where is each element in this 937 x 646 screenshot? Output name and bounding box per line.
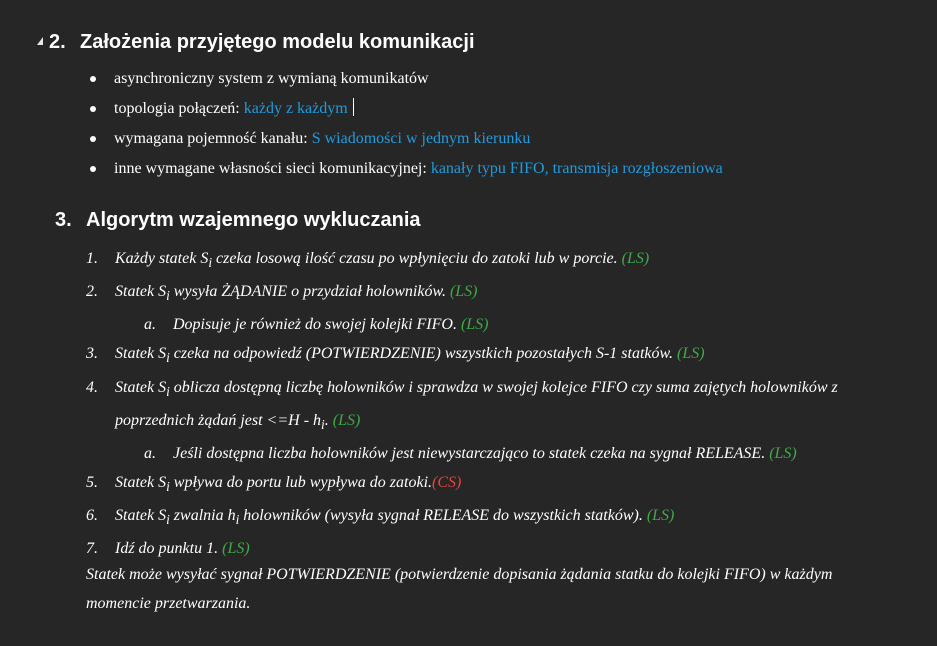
step-tag: (LS) <box>676 345 705 363</box>
step-text: holowników (wysyła sygnał RELEASE do wsz… <box>239 507 647 525</box>
step-text: Każdy statek S <box>115 250 209 267</box>
step-item[interactable]: 5. Statek Si wpływa do portu lub wypływa … <box>86 468 906 501</box>
step-text: Idź do punktu 1. <box>115 540 223 558</box>
step-subitem[interactable]: a. Dopisuje je również do swojej kolejki … <box>86 310 906 339</box>
section-2-heading: 2. Założenia przyjętego modelu komunikacj… <box>37 30 475 54</box>
step-item[interactable]: 7. Idź do punktu 1. (LS) <box>86 534 906 563</box>
closing-note: Statek może wysyłać sygnał POTWIERDZENIE… <box>86 566 833 612</box>
step-text: Statek S <box>115 378 167 396</box>
step-item[interactable]: 6. Statek Si zwalnia hi holowników (wysył… <box>86 501 906 534</box>
section-3-number: 3. <box>55 209 72 231</box>
text-cursor <box>352 98 354 116</box>
step-item[interactable]: 2. Statek Si wysyła ŻĄDANIE o przydział h… <box>86 277 906 310</box>
step-item[interactable]: 4. Statek Si oblicza dostępną liczbę holo… <box>86 373 906 439</box>
step-text: Statek S <box>115 507 167 525</box>
step-tag: (LS) <box>646 507 675 525</box>
step-text: zwalnia h <box>169 507 236 525</box>
step-item[interactable]: 1. Każdy statek Si czeka losową ilość cza… <box>86 244 906 277</box>
step-tag: (LS) <box>621 250 650 267</box>
step-number: 5. <box>86 473 98 491</box>
step-text: oblicza dostępną liczbę holowników i spr… <box>115 378 838 429</box>
step-text: . <box>324 411 333 429</box>
step-text: Statek S <box>115 345 167 363</box>
bullet-label: inne wymagane własności sieci komunikacy… <box>114 160 431 177</box>
bullet-value: każdy z każdym <box>243 100 348 117</box>
collapse-triangle-icon[interactable] <box>37 37 43 45</box>
step-text: Statek S <box>115 473 167 491</box>
section-3-heading: 3. Algorytm wzajemnego wykluczania <box>55 208 421 232</box>
step-number: a. <box>144 316 156 334</box>
section-3-title: Algorytm wzajemnego wykluczania <box>86 209 421 231</box>
step-text: Jeśli dostępna liczba holowników jest ni… <box>173 444 770 462</box>
list-item[interactable]: inne wymagane własności sieci komunikacy… <box>88 154 723 184</box>
step-number: 1. <box>86 250 98 267</box>
step-text: wpływa do portu lub wypływa do zatoki. <box>169 473 433 491</box>
document-page: 2. Założenia przyjętego modelu komunikacj… <box>0 0 937 646</box>
section-2-title: Założenia przyjętego modelu komunikacji <box>80 31 475 53</box>
step-item[interactable]: 3. Statek Si czeka na odpowiedź (POTWIERD… <box>86 339 906 372</box>
step-text: wysyła ŻĄDANIE o przydział holowników. <box>169 283 450 301</box>
list-item[interactable]: asynchroniczny system z wymianą komunika… <box>88 64 723 94</box>
assumptions-list: asynchroniczny system z wymianą komunika… <box>88 64 723 184</box>
step-number: 3. <box>86 345 98 363</box>
step-tag: (LS) <box>222 540 250 558</box>
step-number: 4. <box>86 378 98 396</box>
bullet-value: kanały typu FIFO, transmisja rozgłoszeni… <box>430 160 723 177</box>
list-item[interactable]: topologia połączeń: każdy z każdym <box>88 94 723 124</box>
bullet-label: topologia połączeń: <box>114 100 244 117</box>
step-tag: (LS) <box>769 444 797 462</box>
list-item[interactable]: wymagana pojemność kanału: S wiadomości … <box>88 124 723 154</box>
bullet-value: S wiadomości w jednym kierunku <box>311 130 531 147</box>
step-number: 7. <box>86 540 98 558</box>
step-tag: (LS) <box>449 283 478 301</box>
step-text: czeka losową ilość czasu po wpłynięciu d… <box>212 250 622 267</box>
algorithm-steps: 1. Każdy statek Si czeka losową ilość cza… <box>86 244 906 563</box>
section-2-number: 2. <box>49 31 66 53</box>
step-text: Dopisuje je również do swojej kolejki FI… <box>173 316 461 334</box>
step-subitem[interactable]: a. Jeśli dostępna liczba holowników jest … <box>86 439 906 468</box>
step-tag: (LS) <box>460 316 489 334</box>
step-text: czeka na odpowiedź (POTWIERDZENIE) wszys… <box>169 345 677 363</box>
step-tag: (LS) <box>332 411 361 429</box>
step-number: 2. <box>86 283 98 301</box>
step-number: 6. <box>86 507 98 525</box>
bullet-label: wymagana pojemność kanału: <box>114 130 312 147</box>
step-tag: (CS) <box>432 473 462 491</box>
bullet-label: asynchroniczny system z wymianą komunika… <box>114 70 429 87</box>
step-number: a. <box>144 444 156 462</box>
step-text: Statek S <box>115 283 167 301</box>
